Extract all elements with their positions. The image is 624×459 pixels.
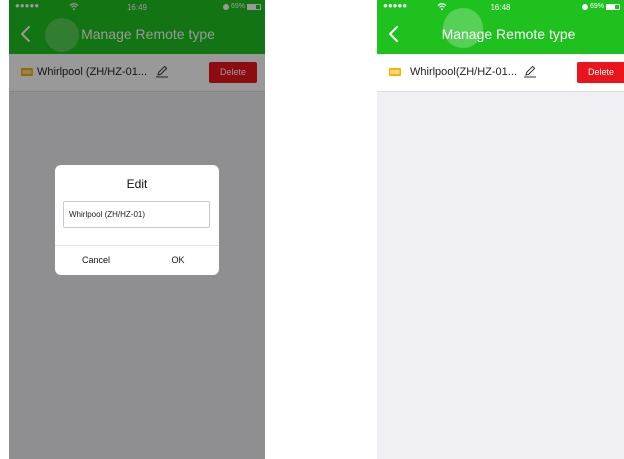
ok-button[interactable]: OK [137,246,219,275]
pencil-icon[interactable] [523,64,537,78]
battery-indicator: 69% [581,3,620,10]
remote-name-input[interactable] [63,201,210,228]
dialog-buttons: Cancel OK [55,245,219,275]
battery-icon [606,3,620,10]
page-title: Manage Remote type [441,26,576,42]
cancel-button[interactable]: Cancel [55,246,137,275]
battery-fill [607,4,616,9]
phone-screen-left: ●●●●● 16:49 69% Manage Remote type Whirl… [9,0,265,459]
edit-dialog: Edit Cancel OK [55,165,219,275]
alarm-icon [581,3,588,10]
dialog-title: Edit [126,177,148,191]
remote-icon [389,68,401,76]
delete-button[interactable]: Delete [577,62,624,83]
phone-screen-right: ●●●●● 16:48 69% Manage Remote type Whirl… [377,0,624,459]
remote-name: Whirlpool(ZH/HZ-01... [410,66,517,78]
nav-bar: Manage Remote type [377,8,624,54]
list-item: Whirlpool(ZH/HZ-01... Delete [377,54,624,92]
battery-percent: 69% [589,3,604,10]
status-bar: ●●●●● 16:48 69% [377,0,624,14]
